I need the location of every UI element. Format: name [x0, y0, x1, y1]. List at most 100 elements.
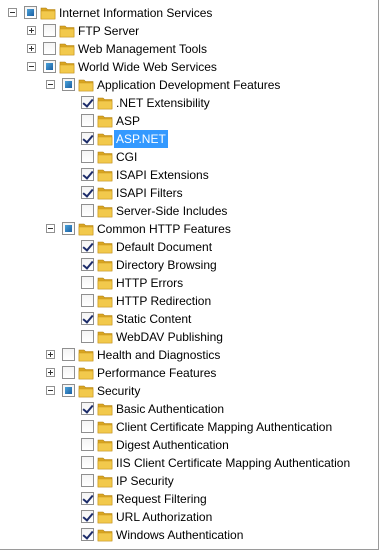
collapse-minus-icon[interactable] [27, 62, 36, 71]
tree-item-www[interactable]: World Wide Web Services [0, 58, 378, 76]
tree-item-adf[interactable]: Application Development Features [0, 76, 378, 94]
tree-item-label: ASP.NET [114, 130, 168, 148]
tree-item-label: Security [97, 384, 141, 398]
tree-item-perf[interactable]: Performance Features [0, 364, 378, 382]
tree-item-webdav[interactable]: WebDAV Publishing [0, 328, 378, 346]
checkbox-httpredir[interactable] [81, 294, 94, 307]
checkbox-chf[interactable] [62, 222, 75, 235]
tree-item-ssi[interactable]: Server-Side Includes [0, 202, 378, 220]
tree-item-label: .NET Extensibility [116, 96, 210, 110]
checkbox-clientcert[interactable] [81, 420, 94, 433]
checkbox-iis[interactable] [24, 6, 37, 19]
tree-item-label: Static Content [116, 312, 192, 326]
tree-item-chf[interactable]: Common HTTP Features [0, 220, 378, 238]
checkbox-health[interactable] [62, 348, 75, 361]
checkbox-asp[interactable] [81, 114, 94, 127]
tree-item-clientcert[interactable]: Client Certificate Mapping Authenticatio… [0, 418, 378, 436]
folder-icon [97, 168, 113, 182]
folder-icon [97, 420, 113, 434]
tree-item-ipsec[interactable]: IP Security [0, 472, 378, 490]
tree-item-label: Digest Authentication [116, 438, 229, 452]
checkbox-isapifil[interactable] [81, 186, 94, 199]
folder-icon [78, 366, 94, 380]
checkbox-wmt[interactable] [43, 42, 56, 55]
tree-item-label: World Wide Web Services [78, 60, 217, 74]
expand-plus-icon[interactable] [27, 26, 36, 35]
tree-item-basicauth[interactable]: Basic Authentication [0, 400, 378, 418]
tree-item-label: Basic Authentication [116, 402, 225, 416]
checkbox-aspnet[interactable] [81, 132, 94, 145]
tree-item-isapifil[interactable]: ISAPI Filters [0, 184, 378, 202]
folder-icon [97, 492, 113, 506]
checkbox-basicauth[interactable] [81, 402, 94, 415]
tree-item-label: Directory Browsing [116, 258, 217, 272]
checkbox-ftp[interactable] [43, 24, 56, 37]
tree-item-security[interactable]: Security [0, 382, 378, 400]
tree-item-label: ISAPI Filters [116, 186, 183, 200]
expand-plus-icon[interactable] [46, 368, 55, 377]
folder-icon [78, 348, 94, 362]
tree-item-label: FTP Server [78, 24, 140, 38]
collapse-minus-icon[interactable] [46, 386, 55, 395]
checkbox-urlauth[interactable] [81, 510, 94, 523]
checkbox-defdoc[interactable] [81, 240, 94, 253]
checkbox-isapiext[interactable] [81, 168, 94, 181]
tree-item-dirbrowse[interactable]: Directory Browsing [0, 256, 378, 274]
folder-icon [97, 528, 113, 542]
expand-plus-icon[interactable] [27, 44, 36, 53]
tree-item-iisclientcert[interactable]: IIS Client Certificate Mapping Authentic… [0, 454, 378, 472]
tree-item-label: Client Certificate Mapping Authenticatio… [116, 420, 333, 434]
checkbox-winauth[interactable] [81, 528, 94, 541]
folder-icon [97, 330, 113, 344]
folder-icon [97, 438, 113, 452]
collapse-minus-icon[interactable] [46, 80, 55, 89]
checkbox-www[interactable] [43, 60, 56, 73]
checkbox-static[interactable] [81, 312, 94, 325]
tree-item-health[interactable]: Health and Diagnostics [0, 346, 378, 364]
tree-item-cgi[interactable]: CGI [0, 148, 378, 166]
tree-item-httperr[interactable]: HTTP Errors [0, 274, 378, 292]
checkbox-httperr[interactable] [81, 276, 94, 289]
folder-icon [97, 402, 113, 416]
tree-item-reqfilter[interactable]: Request Filtering [0, 490, 378, 508]
checkbox-iisclientcert[interactable] [81, 456, 94, 469]
expand-plus-icon[interactable] [46, 350, 55, 359]
tree-item-iis[interactable]: Internet Information Services [0, 4, 378, 22]
checkbox-ssi[interactable] [81, 204, 94, 217]
checkbox-digest[interactable] [81, 438, 94, 451]
tree-item-urlauth[interactable]: URL Authorization [0, 508, 378, 526]
folder-icon [97, 456, 113, 470]
checkbox-netext[interactable] [81, 96, 94, 109]
tree-item-winauth[interactable]: Windows Authentication [0, 526, 378, 544]
tree-item-label: IP Security [116, 474, 174, 488]
tree-item-netext[interactable]: .NET Extensibility [0, 94, 378, 112]
tree-item-isapiext[interactable]: ISAPI Extensions [0, 166, 378, 184]
checkbox-cgi[interactable] [81, 150, 94, 163]
tree-item-defdoc[interactable]: Default Document [0, 238, 378, 256]
tree-item-ftp[interactable]: FTP Server [0, 22, 378, 40]
tree-item-label: Internet Information Services [59, 6, 213, 20]
checkbox-perf[interactable] [62, 366, 75, 379]
checkbox-ipsec[interactable] [81, 474, 94, 487]
tree-item-asp[interactable]: ASP [0, 112, 378, 130]
tree-item-digest[interactable]: Digest Authentication [0, 436, 378, 454]
collapse-minus-icon[interactable] [46, 224, 55, 233]
folder-icon [59, 60, 75, 74]
tree-item-label: Windows Authentication [116, 528, 244, 542]
folder-icon [97, 150, 113, 164]
checkbox-reqfilter[interactable] [81, 492, 94, 505]
tree-item-aspnet[interactable]: ASP.NET [0, 130, 378, 148]
folder-icon [97, 474, 113, 488]
tree-item-label: URL Authorization [116, 510, 213, 524]
tree-item-static[interactable]: Static Content [0, 310, 378, 328]
tree-item-httpredir[interactable]: HTTP Redirection [0, 292, 378, 310]
folder-icon [40, 6, 56, 20]
checkbox-adf[interactable] [62, 78, 75, 91]
collapse-minus-icon[interactable] [8, 8, 17, 17]
tree-item-wmt[interactable]: Web Management Tools [0, 40, 378, 58]
checkbox-webdav[interactable] [81, 330, 94, 343]
folder-icon [97, 510, 113, 524]
checkbox-security[interactable] [62, 384, 75, 397]
checkbox-dirbrowse[interactable] [81, 258, 94, 271]
tree-item-label: Application Development Features [97, 78, 281, 92]
